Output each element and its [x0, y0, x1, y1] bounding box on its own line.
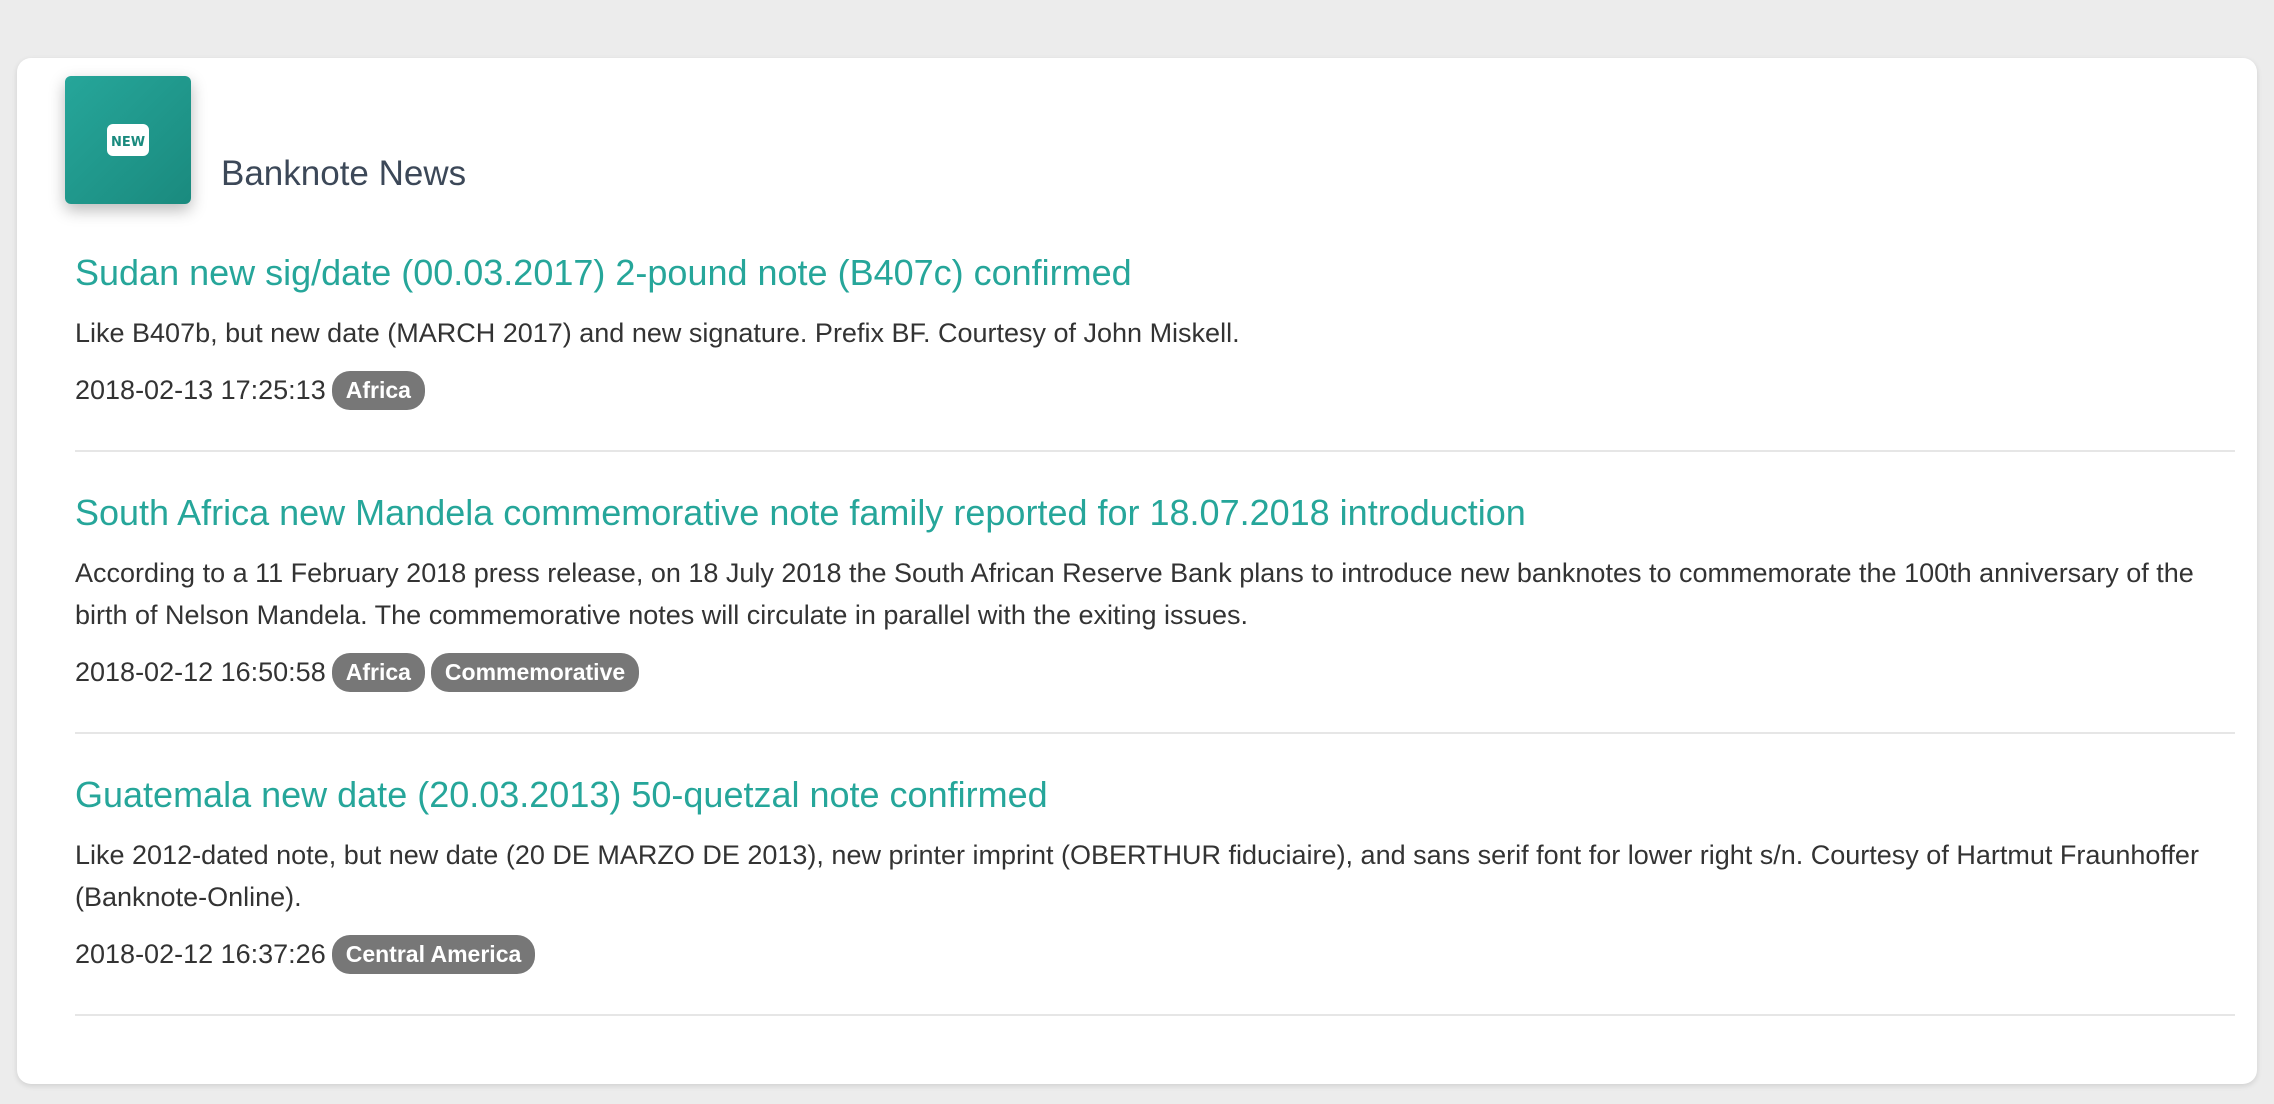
news-date: 2018-02-12 16:37:26	[75, 939, 326, 969]
news-item: Sudan new sig/date (00.03.2017) 2-pound …	[75, 248, 2235, 452]
news-item: Guatemala new date (20.03.2013) 50-quetz…	[75, 734, 2235, 1016]
news-date: 2018-02-13 17:25:13	[75, 375, 326, 405]
news-description: Like 2012-dated note, but new date (20 D…	[75, 840, 2199, 912]
tag-badge-africa[interactable]: Africa	[331, 370, 425, 410]
card-title: Banknote News	[221, 154, 467, 193]
news-meta: 2018-02-12 16:37:26 Central America	[75, 934, 2235, 1014]
new-badge-icon-graphic: NEW	[107, 124, 149, 156]
news-description: According to a 11 February 2018 press re…	[75, 558, 2194, 630]
svg-text:NEW: NEW	[111, 135, 145, 150]
tag-badge-africa[interactable]: Africa	[331, 652, 425, 692]
tag-badge-commemorative[interactable]: Commemorative	[430, 652, 640, 692]
news-title-link[interactable]: Sudan new sig/date (00.03.2017) 2-pound …	[75, 248, 2235, 298]
new-badge-icon: NEW	[65, 76, 191, 204]
news-date: 2018-02-12 16:50:58	[75, 657, 326, 687]
news-meta: 2018-02-13 17:25:13 Africa	[75, 370, 2235, 450]
tag-badge-central-america[interactable]: Central America	[331, 934, 536, 974]
news-title-link[interactable]: Guatemala new date (20.03.2013) 50-quetz…	[75, 770, 2235, 820]
news-meta: 2018-02-12 16:50:58 Africa Commemorative	[75, 652, 2235, 732]
news-item: South Africa new Mandela commemorative n…	[75, 452, 2235, 734]
news-card: NEW Banknote News Sudan new sig/date (00…	[17, 58, 2257, 1084]
news-title-link[interactable]: South Africa new Mandela commemorative n…	[75, 488, 2235, 538]
news-description: Like B407b, but new date (MARCH 2017) an…	[75, 318, 1240, 348]
news-list: Sudan new sig/date (00.03.2017) 2-pound …	[75, 248, 2235, 1016]
